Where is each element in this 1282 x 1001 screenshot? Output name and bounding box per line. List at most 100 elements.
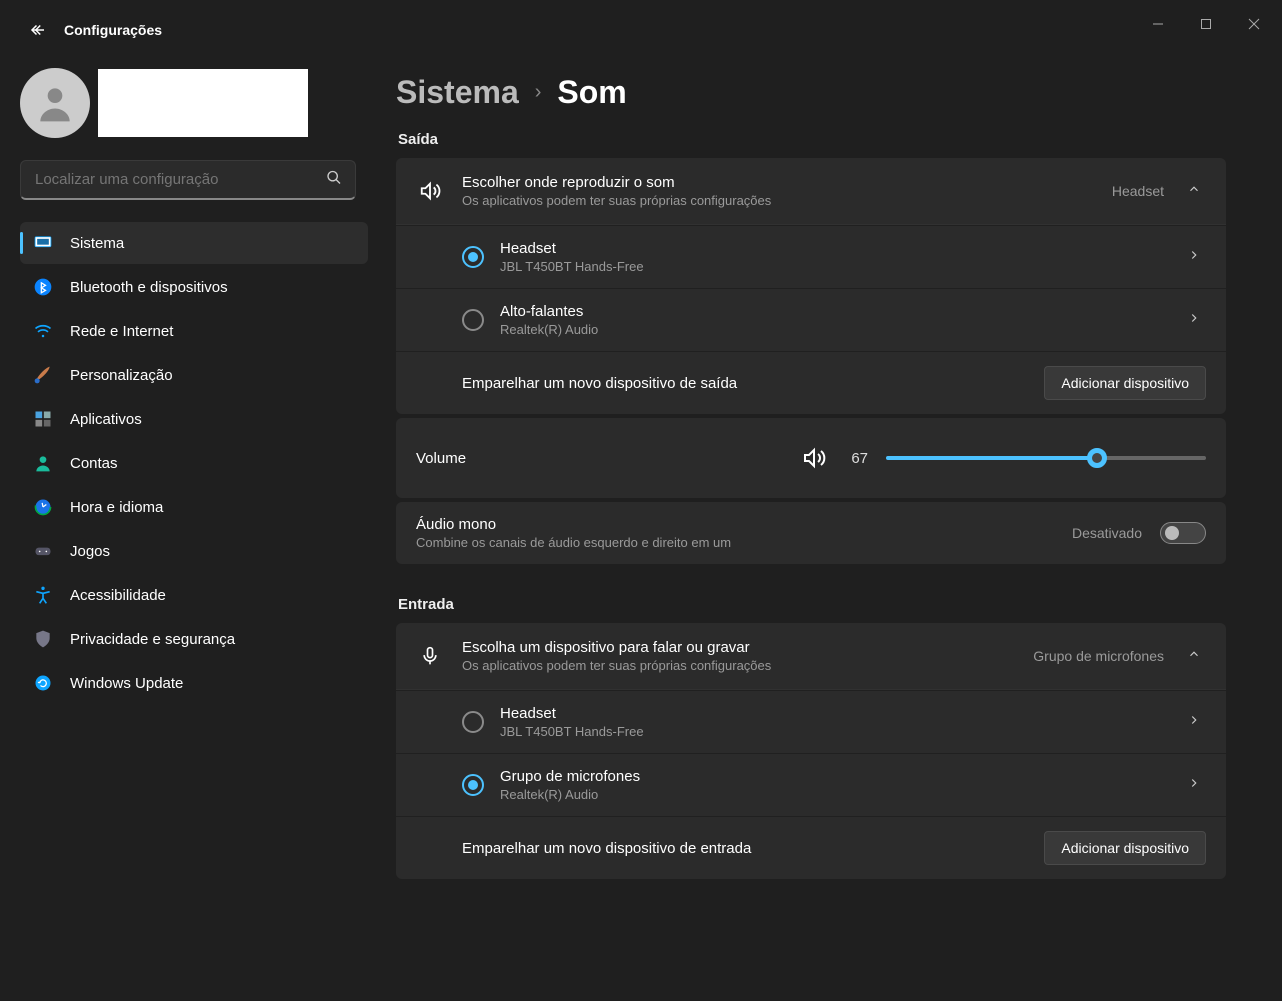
volume-value: 67 <box>846 450 868 467</box>
volume-row: Volume 67 <box>396 418 1226 498</box>
output-device-row[interactable]: Alto-falantes Realtek(R) Audio <box>396 288 1226 351</box>
device-title: Alto-falantes <box>500 303 1166 320</box>
volume-card: Volume 67 <box>396 418 1226 498</box>
output-choose-row[interactable]: Escolher onde reproduzir o som Os aplica… <box>396 158 1226 225</box>
clock-icon <box>32 496 54 518</box>
mono-row[interactable]: Áudio mono Combine os canais de áudio es… <box>396 502 1226 564</box>
nav-item-acessibilidade[interactable]: Acessibilidade <box>20 574 368 616</box>
output-choose-sub: Os aplicativos podem ter suas próprias c… <box>462 193 1094 208</box>
nav-list: Sistema Bluetooth e dispositivos Rede e … <box>20 222 368 704</box>
chevron-right-icon[interactable] <box>1182 713 1206 732</box>
input-choose-sub: Os aplicativos podem ter suas próprias c… <box>462 658 1015 673</box>
output-choose-card: Escolher onde reproduzir o som Os aplica… <box>396 158 1226 414</box>
nav-item-aplicativos[interactable]: Aplicativos <box>20 398 368 440</box>
brush-icon <box>32 364 54 386</box>
search-input[interactable] <box>20 160 356 200</box>
volume-slider[interactable] <box>886 456 1206 460</box>
nav-item-label: Bluetooth e dispositivos <box>70 279 228 296</box>
nav-item-label: Jogos <box>70 543 110 560</box>
mono-card: Áudio mono Combine os canais de áudio es… <box>396 502 1226 564</box>
chevron-right-icon: › <box>535 81 542 104</box>
mono-toggle[interactable] <box>1160 522 1206 544</box>
microphone-icon <box>416 642 444 670</box>
nav-item-label: Rede e Internet <box>70 323 173 340</box>
nav-item-label: Windows Update <box>70 675 183 692</box>
profile-name <box>98 69 308 137</box>
maximize-button[interactable] <box>1182 4 1230 44</box>
radio-button[interactable] <box>462 246 484 268</box>
output-pair-row: Emparelhar um novo dispositivo de saída … <box>396 351 1226 414</box>
app-title: Configurações <box>64 22 162 38</box>
chevron-right-icon[interactable] <box>1182 776 1206 795</box>
input-pair-label: Emparelhar um novo dispositivo de entrad… <box>462 840 1028 857</box>
output-choose-title: Escolher onde reproduzir o som <box>462 174 1094 191</box>
radio-button[interactable] <box>462 774 484 796</box>
profile[interactable] <box>20 68 368 138</box>
chevron-right-icon[interactable] <box>1182 248 1206 267</box>
input-device-row[interactable]: Grupo de microfones Realtek(R) Audio <box>396 753 1226 816</box>
device-sub: JBL T450BT Hands-Free <box>500 724 1166 739</box>
minimize-button[interactable] <box>1134 4 1182 44</box>
radio-button[interactable] <box>462 711 484 733</box>
chevron-right-icon[interactable] <box>1182 311 1206 330</box>
add-output-device-button[interactable]: Adicionar dispositivo <box>1044 366 1206 400</box>
shield-icon <box>32 628 54 650</box>
nav-item-rede-e-internet[interactable]: Rede e Internet <box>20 310 368 352</box>
nav-item-hora-e-idioma[interactable]: Hora e idioma <box>20 486 368 528</box>
monitor-icon <box>32 232 54 254</box>
update-icon <box>32 672 54 694</box>
nav-item-label: Contas <box>70 455 118 472</box>
close-button[interactable] <box>1230 4 1278 44</box>
output-pair-label: Emparelhar um novo dispositivo de saída <box>462 375 1028 392</box>
bluetooth-icon <box>32 276 54 298</box>
breadcrumb-current: Som <box>557 74 626 111</box>
chevron-up-icon <box>1182 182 1206 201</box>
volume-icon[interactable] <box>800 444 828 472</box>
mono-title: Áudio mono <box>416 516 1054 533</box>
main-content: Sistema › Som Saída Escolher onde reprod… <box>380 50 1282 1001</box>
gamepad-icon <box>32 540 54 562</box>
chevron-up-icon <box>1182 647 1206 666</box>
input-choose-title: Escolha um dispositivo para falar ou gra… <box>462 639 1015 656</box>
nav-item-label: Personalização <box>70 367 173 384</box>
device-sub: JBL T450BT Hands-Free <box>500 259 1166 274</box>
apps-icon <box>32 408 54 430</box>
mono-state: Desativado <box>1072 525 1142 541</box>
nav-item-personalização[interactable]: Personalização <box>20 354 368 396</box>
device-title: Headset <box>500 705 1166 722</box>
nav-item-label: Acessibilidade <box>70 587 166 604</box>
nav-item-contas[interactable]: Contas <box>20 442 368 484</box>
search-field[interactable] <box>20 160 368 200</box>
wifi-icon <box>32 320 54 342</box>
nav-item-jogos[interactable]: Jogos <box>20 530 368 572</box>
search-icon <box>326 170 342 191</box>
radio-button[interactable] <box>462 309 484 331</box>
sidebar: Sistema Bluetooth e dispositivos Rede e … <box>0 50 380 1001</box>
back-button[interactable] <box>18 10 58 50</box>
nav-item-sistema[interactable]: Sistema <box>20 222 368 264</box>
input-choose-row[interactable]: Escolha um dispositivo para falar ou gra… <box>396 623 1226 690</box>
accessibility-icon <box>32 584 54 606</box>
mono-sub: Combine os canais de áudio esquerdo e di… <box>416 535 1054 550</box>
nav-item-label: Aplicativos <box>70 411 142 428</box>
breadcrumb-root[interactable]: Sistema <box>396 74 519 111</box>
output-device-row[interactable]: Headset JBL T450BT Hands-Free <box>396 225 1226 288</box>
input-device-row[interactable]: Headset JBL T450BT Hands-Free <box>396 690 1226 753</box>
window-controls <box>1130 0 1282 48</box>
device-sub: Realtek(R) Audio <box>500 787 1166 802</box>
device-title: Grupo de microfones <box>500 768 1166 785</box>
input-choose-card: Escolha um dispositivo para falar ou gra… <box>396 623 1226 879</box>
nav-item-windows-update[interactable]: Windows Update <box>20 662 368 704</box>
output-section-title: Saída <box>398 131 1226 148</box>
device-sub: Realtek(R) Audio <box>500 322 1166 337</box>
volume-label: Volume <box>416 450 782 467</box>
input-pair-row: Emparelhar um novo dispositivo de entrad… <box>396 816 1226 879</box>
speaker-icon <box>416 177 444 205</box>
nav-item-bluetooth-e-dispositivos[interactable]: Bluetooth e dispositivos <box>20 266 368 308</box>
nav-item-label: Privacidade e segurança <box>70 631 235 648</box>
nav-item-label: Hora e idioma <box>70 499 163 516</box>
output-choose-value: Headset <box>1112 183 1164 199</box>
nav-item-privacidade-e-segurança[interactable]: Privacidade e segurança <box>20 618 368 660</box>
add-input-device-button[interactable]: Adicionar dispositivo <box>1044 831 1206 865</box>
avatar-icon <box>20 68 90 138</box>
